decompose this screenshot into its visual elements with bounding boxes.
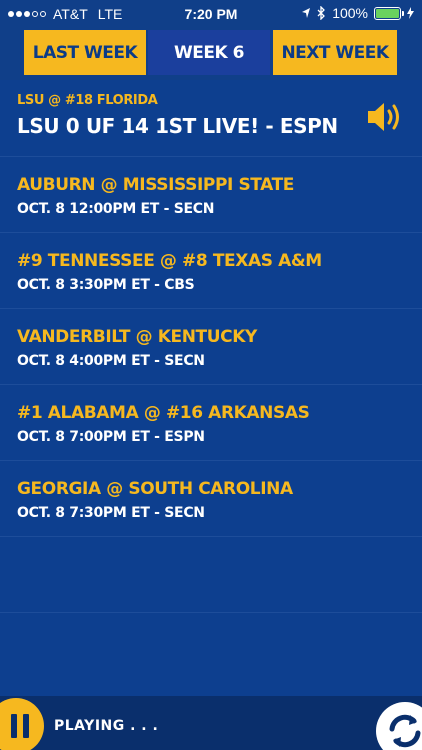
game-matchup: GEORGIA @ SOUTH CAROLINA [17,479,293,499]
games-list: LSU @ #18 FLORIDA LSU 0 UF 14 1ST LIVE! … [0,80,422,613]
pause-icon-bar [23,714,29,738]
current-week-tab[interactable]: WEEK 6 [148,30,270,75]
game-detail: OCT. 8 7:30PM ET - SECN [17,505,205,521]
live-game-score: LSU 0 UF 14 1ST LIVE! - ESPN [17,114,338,138]
refresh-icon [389,714,421,748]
pause-button[interactable] [0,698,44,750]
game-matchup: AUBURN @ MISSISSIPPI STATE [17,175,295,195]
live-game-row[interactable]: LSU @ #18 FLORIDA LSU 0 UF 14 1ST LIVE! … [0,80,422,157]
player-bar: PLAYING . . . [0,696,422,750]
game-row[interactable]: VANDERBILT @ KENTUCKY OCT. 8 4:00PM ET -… [0,309,422,385]
game-matchup: VANDERBILT @ KENTUCKY [17,327,257,347]
game-detail: OCT. 8 3:30PM ET - CBS [17,277,195,293]
game-detail: OCT. 8 4:00PM ET - SECN [17,353,205,369]
empty-row [0,537,422,613]
game-row[interactable]: #1 ALABAMA @ #16 ARKANSAS OCT. 8 7:00PM … [0,385,422,461]
charging-bolt-icon [407,7,414,19]
live-game-matchup: LSU @ #18 FLORIDA [17,93,158,108]
next-week-button[interactable]: NEXT WEEK [273,30,397,75]
battery-icon [374,6,404,20]
battery-percent: 100% [332,5,368,21]
game-detail: OCT. 8 12:00PM ET - SECN [17,201,215,217]
status-bar: AT&T LTE 7:20 PM 100% [0,0,422,28]
bluetooth-icon [317,6,326,20]
pause-icon [11,714,17,738]
last-week-button[interactable]: LAST WEEK [24,30,146,75]
playing-status: PLAYING . . . [54,718,159,734]
refresh-button[interactable] [376,702,422,750]
game-matchup: #9 TENNESSEE @ #8 TEXAS A&M [17,251,322,271]
game-matchup: #1 ALABAMA @ #16 ARKANSAS [17,403,310,423]
status-right: 100% [301,5,414,21]
game-row[interactable]: #9 TENNESSEE @ #8 TEXAS A&M OCT. 8 3:30P… [0,233,422,309]
game-row[interactable]: AUBURN @ MISSISSIPPI STATE OCT. 8 12:00P… [0,157,422,233]
game-detail: OCT. 8 7:00PM ET - ESPN [17,429,205,445]
location-arrow-icon [302,8,311,18]
speaker-volume-icon[interactable] [366,100,404,134]
week-nav: LAST WEEK WEEK 6 NEXT WEEK [0,28,422,80]
game-row[interactable]: GEORGIA @ SOUTH CAROLINA OCT. 8 7:30PM E… [0,461,422,537]
